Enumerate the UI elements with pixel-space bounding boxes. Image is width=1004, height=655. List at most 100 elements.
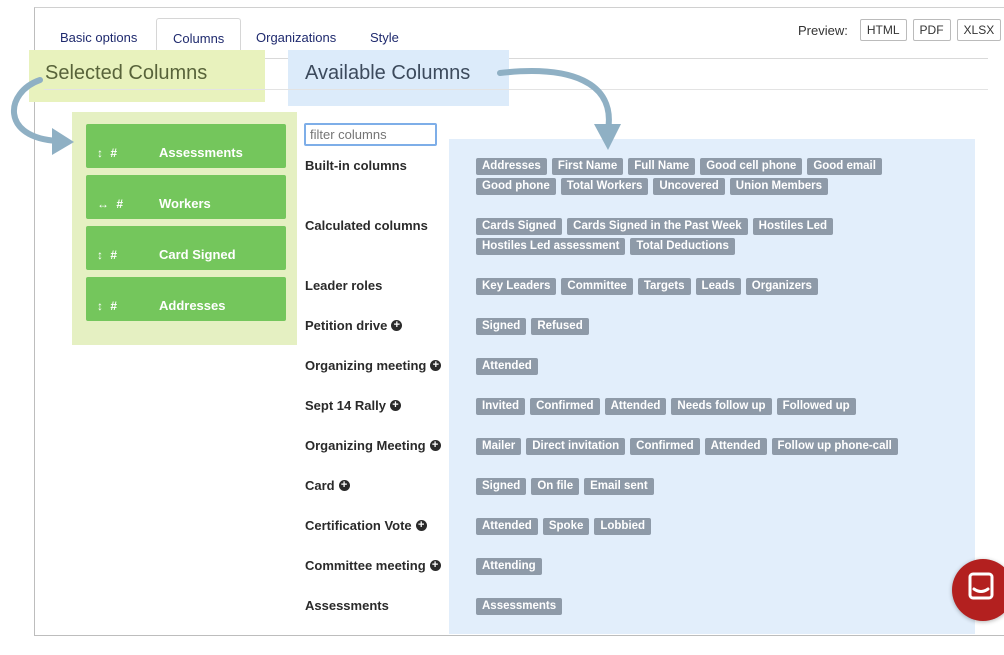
drag-handle-icon[interactable]: ↕ # — [97, 146, 119, 160]
column-chip[interactable]: Direct invitation — [526, 438, 626, 455]
column-chip[interactable]: Attended — [476, 358, 538, 375]
preview-pdf-button[interactable]: PDF — [912, 19, 951, 41]
column-chip-list: Attended Spoke Lobbied — [476, 518, 966, 538]
column-chip-list: Key Leaders Committee Targets Leads Organize… — [476, 278, 966, 298]
column-chip[interactable]: Organizers — [745, 278, 818, 295]
column-chip[interactable]: Attended — [476, 518, 538, 535]
plus-circle-icon[interactable]: + — [338, 480, 350, 491]
column-chip-list: Cards Signed Cards Signed in the Past Wee… — [476, 218, 966, 258]
plus-circle-icon[interactable]: + — [389, 400, 401, 411]
column-group-label[interactable]: Organizing meeting + — [305, 358, 442, 373]
column-chip[interactable]: Follow up phone-call — [771, 438, 898, 455]
column-group-label[interactable]: Organizing Meeting + — [305, 438, 441, 453]
column-chip[interactable]: Spoke — [542, 518, 590, 535]
column-group-label[interactable]: Sept 14 Rally + — [305, 398, 401, 413]
column-group-label[interactable]: Certification Vote + — [305, 518, 427, 533]
column-group-title: Organizing meeting — [305, 358, 427, 373]
column-chip[interactable]: Signed — [476, 478, 527, 495]
column-chip-list: Invited Confirmed Attended Needs follow up F… — [476, 398, 966, 418]
column-chip[interactable]: Confirmed — [630, 438, 700, 455]
selected-column-item[interactable]: ↕ # Card Signed — [86, 226, 286, 270]
available-columns-heading: Available Columns — [305, 62, 471, 84]
selected-column-name: Workers — [159, 196, 211, 211]
preview-label: Preview: — [798, 22, 848, 38]
column-chip[interactable]: Full Name — [628, 158, 696, 175]
selected-column-item[interactable]: ↕ # Addresses — [86, 277, 286, 321]
column-group-title: Committee meeting — [305, 558, 426, 573]
column-chip[interactable]: Needs follow up — [671, 398, 772, 415]
column-chip[interactable]: Attended — [704, 438, 767, 455]
column-chip[interactable]: Followed up — [776, 398, 856, 415]
drag-handle-icon[interactable]: ↔ # — [97, 197, 125, 211]
chat-bubble-icon — [968, 572, 994, 600]
column-chip[interactable]: Lobbied — [594, 518, 652, 535]
column-group-label: Assessments — [305, 598, 389, 613]
column-group-title: Sept 14 Rally — [305, 398, 386, 413]
column-chip[interactable]: Hostiles Led assessment — [476, 238, 626, 255]
column-group-label[interactable]: Committee meeting + — [305, 558, 441, 573]
column-group-title: Certification Vote — [305, 518, 412, 533]
column-chip[interactable]: Email sent — [584, 478, 654, 495]
chat-launcher-button[interactable] — [952, 559, 1004, 621]
plus-circle-icon[interactable]: + — [429, 560, 441, 571]
column-chip[interactable]: Confirmed — [530, 398, 600, 415]
column-chip-list: Signed Refused — [476, 318, 966, 338]
column-chip-list: Assessments — [476, 598, 966, 618]
column-chip[interactable]: Total Deductions — [630, 238, 735, 255]
preview-controls: Preview: HTML PDF XLSX — [798, 19, 1002, 41]
selected-columns-panel: ↕ # Assessments ↔ # Workers ↕ # Card Sig… — [72, 112, 297, 345]
column-chip[interactable]: Addresses — [476, 158, 547, 175]
column-chip-list: Addresses First Name Full Name Good cell ph… — [476, 158, 966, 198]
column-chip[interactable]: Mailer — [476, 438, 522, 455]
selected-column-name: Card Signed — [159, 247, 236, 262]
column-chip[interactable]: Hostiles Led — [752, 218, 834, 235]
column-chip[interactable]: Good email — [807, 158, 882, 175]
filter-columns-input[interactable] — [304, 123, 437, 146]
column-chip-list: Attending — [476, 558, 966, 578]
plus-circle-icon[interactable]: + — [429, 440, 441, 451]
column-chip[interactable]: Key Leaders — [476, 278, 557, 295]
column-group-title: Calculated columns — [305, 218, 428, 233]
column-chip[interactable]: Good phone — [476, 178, 556, 195]
column-chip-list: Signed On file Email sent — [476, 478, 966, 498]
column-group-title: Petition drive — [305, 318, 388, 333]
column-group-title: Organizing Meeting — [305, 438, 426, 453]
drag-handle-icon[interactable]: ↕ # — [97, 299, 119, 313]
selected-column-name: Assessments — [159, 145, 243, 160]
column-chip[interactable]: Cards Signed — [476, 218, 563, 235]
column-chip[interactable]: Union Members — [729, 178, 829, 195]
selected-columns-heading: Selected Columns — [45, 62, 208, 84]
column-group-label[interactable]: Petition drive + — [305, 318, 403, 333]
column-chip-list: Mailer Direct invitation Confirmed Attended… — [476, 438, 966, 458]
column-chip[interactable]: Attended — [604, 398, 667, 415]
column-chip[interactable]: Signed — [476, 318, 527, 335]
column-group-title: Card — [305, 478, 335, 493]
column-chip[interactable]: On file — [531, 478, 580, 495]
column-chip[interactable]: First Name — [551, 158, 624, 175]
column-chip[interactable]: Good cell phone — [700, 158, 803, 175]
preview-xlsx-button[interactable]: XLSX — [956, 19, 1002, 41]
selected-column-name: Addresses — [159, 298, 226, 313]
column-chip[interactable]: Assessments — [476, 598, 563, 615]
column-chip[interactable]: Invited — [476, 398, 526, 415]
column-chip[interactable]: Committee — [561, 278, 633, 295]
column-chip[interactable]: Cards Signed in the Past Week — [567, 218, 748, 235]
plus-circle-icon[interactable]: + — [430, 360, 442, 371]
column-chip[interactable]: Refused — [531, 318, 589, 335]
heading-divider — [44, 89, 988, 90]
column-chip[interactable]: Targets — [637, 278, 691, 295]
column-chip[interactable]: Uncovered — [653, 178, 725, 195]
preview-html-button[interactable]: HTML — [859, 19, 907, 41]
plus-circle-icon[interactable]: + — [415, 520, 427, 531]
column-group-label[interactable]: Card + — [305, 478, 350, 493]
column-chip[interactable]: Attending — [476, 558, 542, 575]
selected-column-item[interactable]: ↔ # Workers — [86, 175, 286, 219]
column-chip-list: Attended — [476, 358, 966, 378]
column-chip[interactable]: Leads — [695, 278, 741, 295]
selected-column-item[interactable]: ↕ # Assessments — [86, 124, 286, 168]
column-group-title: Assessments — [305, 598, 389, 613]
plus-circle-icon[interactable]: + — [391, 320, 403, 331]
drag-handle-icon[interactable]: ↕ # — [97, 248, 119, 262]
column-group-title: Built-in columns — [305, 158, 407, 173]
column-chip[interactable]: Total Workers — [560, 178, 649, 195]
